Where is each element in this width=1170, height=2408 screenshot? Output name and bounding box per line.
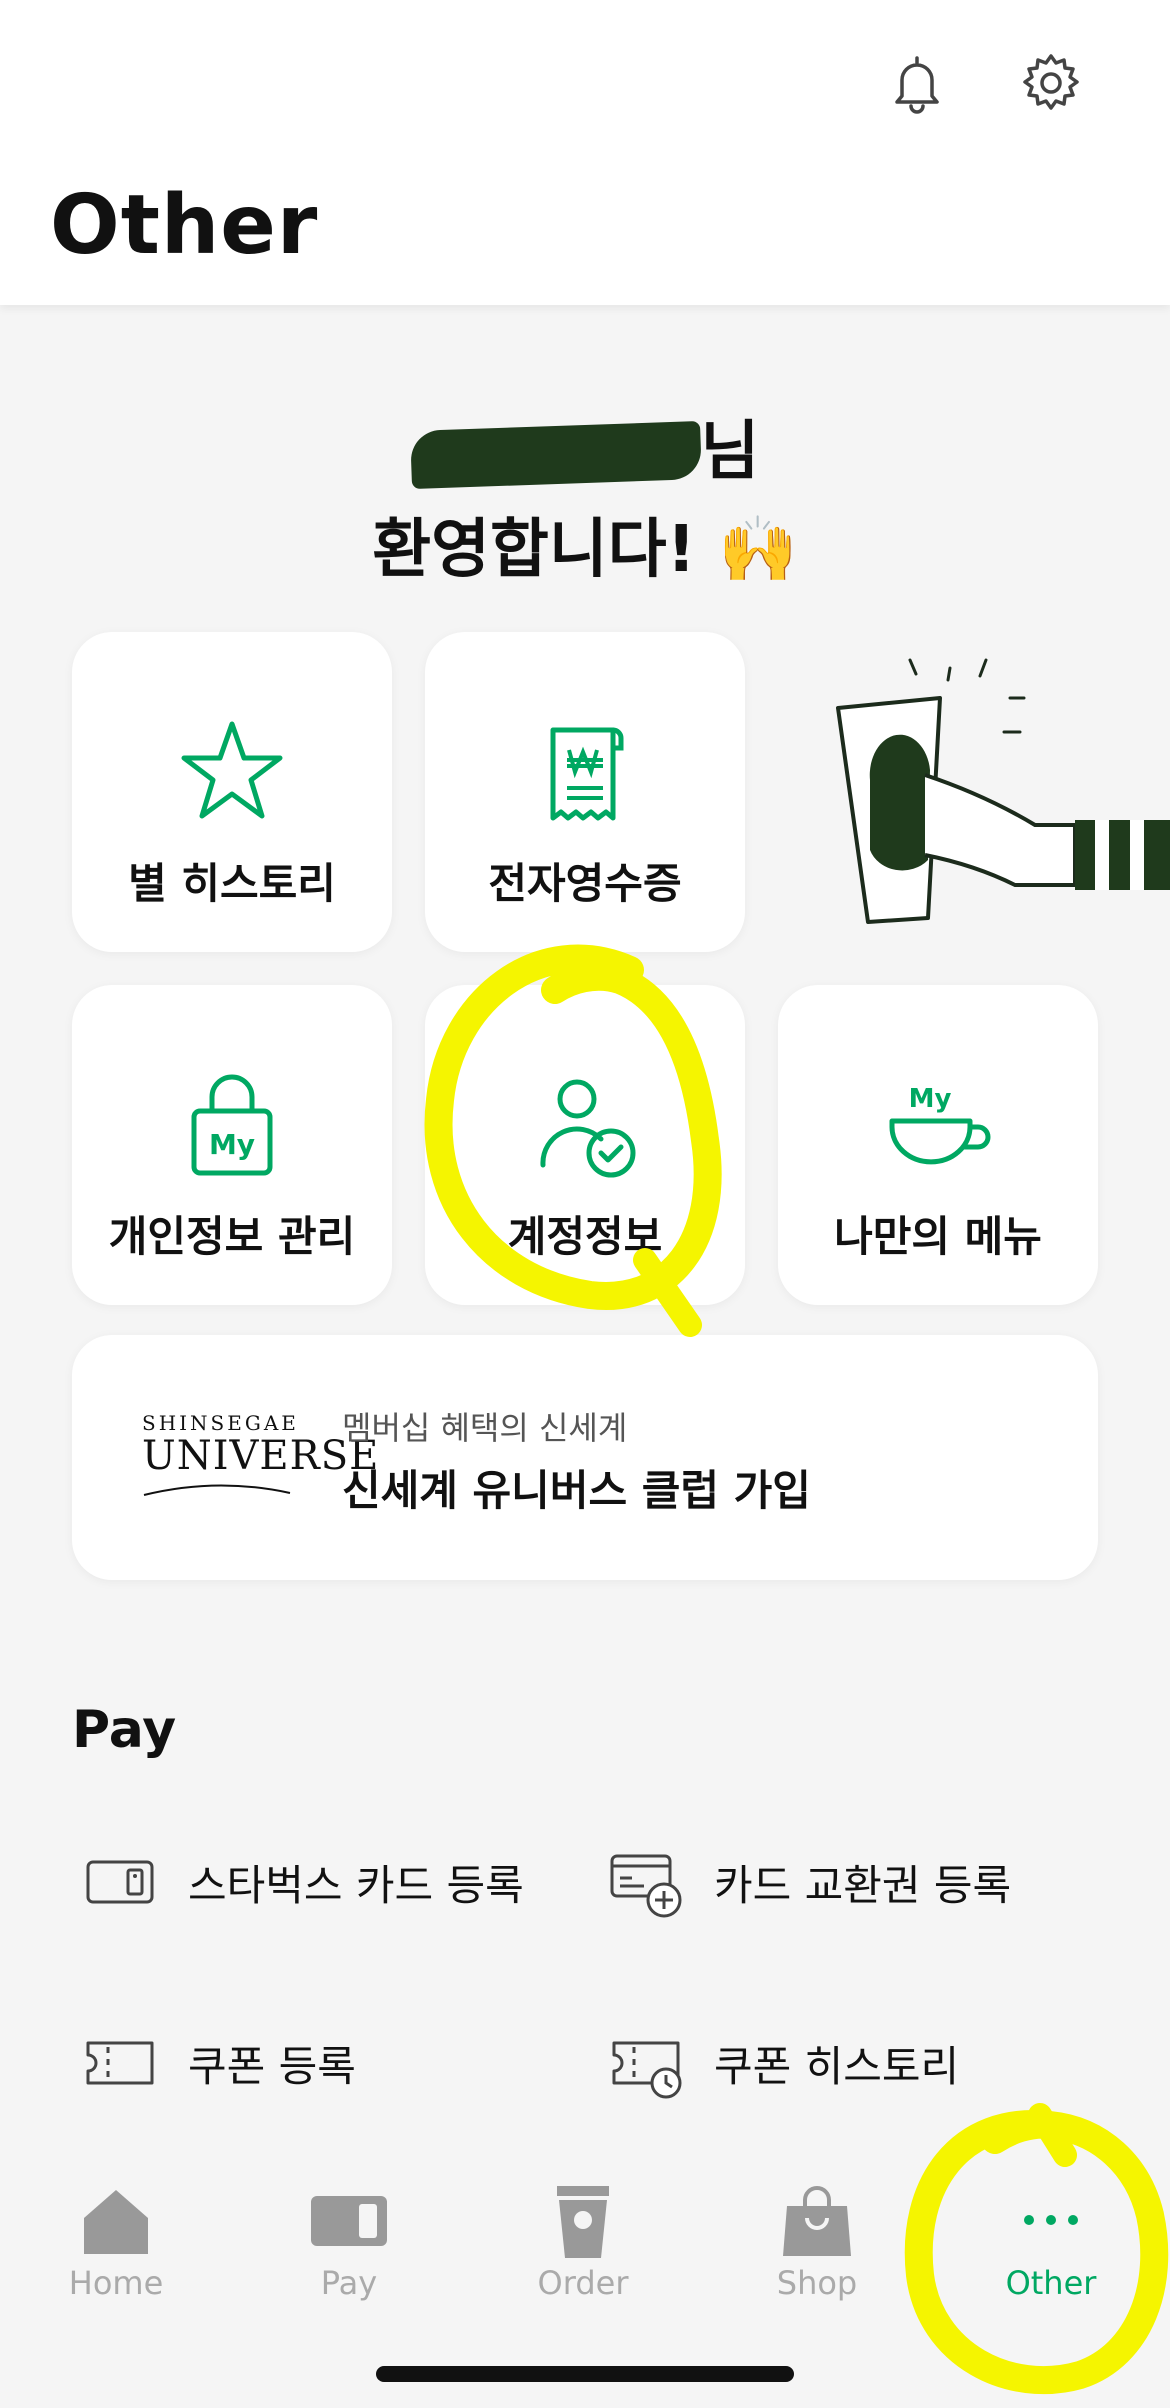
home-indicator — [376, 2366, 794, 2382]
pay-section-title: Pay — [72, 1700, 177, 1760]
tile-personal-info[interactable]: My 개인정보 관리 — [72, 985, 392, 1305]
coupon-icon — [86, 2041, 154, 2085]
svg-text:My: My — [909, 1084, 952, 1114]
register-coupon[interactable]: 쿠폰 등록 — [82, 2023, 356, 2103]
cup-icon — [557, 2186, 609, 2258]
card-icon — [86, 1860, 154, 1904]
tile-label: 계정정보 — [507, 1212, 663, 1261]
bag-icon — [783, 2186, 851, 2256]
lock-my-icon: My — [191, 1074, 273, 1176]
tab-shop[interactable]: Shop — [727, 2180, 907, 2302]
pay-item-label: 쿠폰 등록 — [188, 2041, 356, 2091]
pay-item-label: 스타벅스 카드 등록 — [188, 1860, 524, 1910]
tile-my-menu[interactable]: My 나만의 메뉴 — [778, 985, 1098, 1305]
tile-label: 나만의 메뉴 — [834, 1212, 1042, 1261]
user-name-line: 님 — [0, 400, 1170, 492]
pay-item-label: 쿠폰 히스토리 — [714, 2041, 960, 2091]
tile-e-receipt[interactable]: 전자영수증 — [425, 632, 745, 952]
welcome-message: 님 환영합니다! 🙌 — [0, 400, 1170, 590]
star-icon — [181, 721, 283, 819]
tile-label: 별 히스토리 — [128, 859, 336, 908]
receipt-icon — [550, 727, 624, 821]
pay-item-label: 카드 교환권 등록 — [714, 1860, 1012, 1910]
home-icon — [84, 2190, 148, 2254]
universe-title: 신세계 유니버스 클럽 가입 — [342, 1466, 811, 1515]
gear-icon[interactable] — [1018, 50, 1084, 116]
tile-star-history[interactable]: 별 히스토리 — [72, 632, 392, 952]
register-starbucks-card[interactable]: 스타벅스 카드 등록 — [82, 1842, 524, 1922]
name-suffix: 님 — [700, 415, 760, 489]
svg-text:My: My — [209, 1128, 255, 1161]
universe-subtitle: 멤버십 혜택의 신세계 — [342, 1409, 628, 1447]
hand-holding-cup-illustration — [836, 658, 1170, 924]
greeting-text: 환영합니다! — [372, 513, 696, 587]
tab-home[interactable]: Home — [26, 2180, 206, 2302]
top-header: Other — [0, 0, 1170, 305]
redacted-user-name — [409, 421, 702, 490]
universe-club-banner[interactable]: SHINSEGAE UNIVERSE 멤버십 혜택의 신세계 신세계 유니버스 … — [72, 1335, 1098, 1580]
bell-icon[interactable] — [884, 50, 950, 116]
tab-pay[interactable]: Pay — [259, 2180, 439, 2302]
register-card-voucher[interactable]: 카드 교환권 등록 — [608, 1842, 1011, 1922]
coupon-history[interactable]: 쿠폰 히스토리 — [608, 2023, 959, 2103]
pay-card-icon — [311, 2196, 387, 2246]
card-plus-icon — [610, 1854, 682, 1918]
raised-hands-emoji: 🙌 — [718, 513, 798, 587]
tab-other[interactable]: Other — [961, 2180, 1141, 2302]
page-title: Other — [50, 178, 319, 273]
shinsegae-universe-logo: SHINSEGAE UNIVERSE — [142, 1411, 378, 1503]
tab-order[interactable]: Order — [493, 2180, 673, 2302]
my-cup-icon: My — [889, 1084, 991, 1165]
more-dots-icon — [1024, 2215, 1078, 2225]
logo-swoosh — [143, 1484, 291, 1496]
tile-label: 개인정보 관리 — [108, 1212, 356, 1261]
tile-label: 전자영수증 — [488, 859, 682, 908]
tile-account-info[interactable]: 계정정보 — [425, 985, 745, 1305]
coupon-history-icon — [612, 2041, 682, 2099]
account-check-icon — [540, 1079, 636, 1178]
greeting-line: 환영합니다! 🙌 — [0, 498, 1170, 590]
